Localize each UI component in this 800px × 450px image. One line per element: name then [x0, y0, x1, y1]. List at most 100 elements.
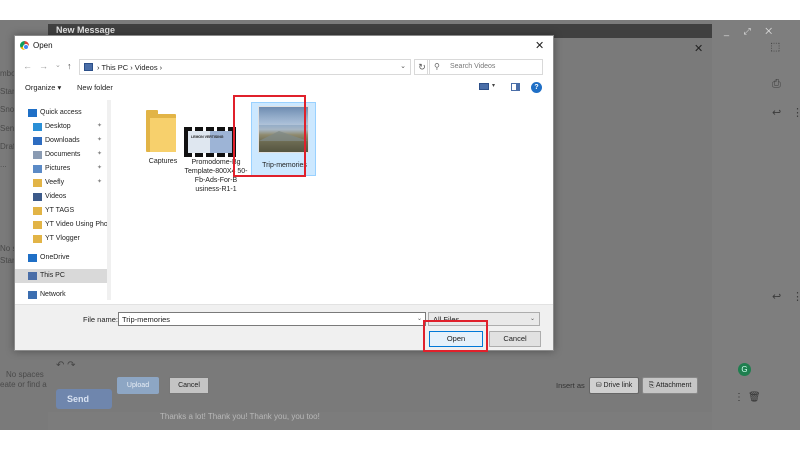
preview-pane-icon[interactable]	[511, 83, 520, 91]
sidebar-snippet: Star	[0, 87, 15, 96]
desktop-icon	[33, 123, 42, 131]
sidebar-item-yt-video-using-pho[interactable]: YT Video Using Pho	[15, 218, 107, 232]
thumbnail-text: LEMON VERTISING	[191, 135, 224, 139]
organize-menu[interactable]: Organize ▾	[25, 83, 61, 92]
insert-cancel-button[interactable]: Cancel	[169, 377, 209, 394]
star-icon	[28, 109, 37, 117]
sidebar-item-veefly[interactable]: Veefly ✦	[15, 176, 107, 190]
folder-icon	[146, 110, 176, 152]
help-icon[interactable]: ?	[531, 82, 542, 93]
undo-redo-icons[interactable]: ↶ ↷	[56, 360, 104, 376]
video-thumbnail-icon: LEMON VERTISING	[184, 127, 236, 157]
file-name-input[interactable]: Trip-memories ⌄	[118, 312, 426, 326]
sidebar-item-pictures[interactable]: Pictures ✦	[15, 162, 107, 176]
dialog-titlebar: Open ✕	[15, 36, 553, 56]
sidebar-item-label: Veefly	[45, 179, 65, 186]
sidebar-item-label: Videos	[45, 193, 67, 200]
view-dropdown-icon[interactable]: ▾	[492, 82, 495, 89]
sidebar-item-label: Desktop	[45, 123, 71, 130]
breadcrumb[interactable]: › This PC › Videos ›	[97, 63, 162, 72]
folder-icon	[33, 179, 42, 187]
search-input[interactable]: ⚲ Search Videos	[427, 59, 543, 75]
sidebar-item-label: Downloads	[45, 137, 80, 144]
back-arrow-icon[interactable]: ←	[23, 61, 32, 71]
sidebar-item-this-pc[interactable]: This PC	[15, 269, 107, 283]
navigation-pane: Quick access Desktop ✦ Downloads ✦ Documents ✦…	[15, 100, 107, 300]
smart-replies: Thanks a lot! Thank you! Thank you, you …	[160, 412, 320, 421]
sidebar-item-documents[interactable]: Documents ✦	[15, 148, 107, 162]
sidebar-item-downloads[interactable]: Downloads ✦	[15, 134, 107, 148]
documents-icon	[33, 151, 42, 159]
sidebar-item-label: OneDrive	[40, 254, 70, 261]
send-button[interactable]: Send	[56, 389, 112, 409]
compose-title: New Message	[56, 25, 116, 35]
download-icon	[33, 137, 42, 145]
chevron-down-icon[interactable]: ⌄	[400, 62, 406, 70]
pin-icon[interactable]: ✦	[97, 122, 102, 129]
file-name-value: Trip-memories	[122, 315, 171, 324]
drive-link-button[interactable]: ⛁ Drive link	[589, 377, 639, 394]
close-icon[interactable]: ✕	[535, 39, 544, 52]
folder-icon	[33, 235, 42, 243]
sidebar-item-label: YT Vlogger	[45, 235, 80, 242]
archive-icon: ⬚	[770, 41, 781, 53]
up-arrow-icon[interactable]: ↑	[67, 61, 72, 71]
sidebar-item-label: Pictures	[45, 165, 71, 172]
attachment-button[interactable]: ⎘ Attachment	[642, 377, 698, 394]
forward-arrow-icon[interactable]: →	[39, 61, 48, 71]
file-list: Captures LEMON VERTISING Promodome-Bg Te…	[112, 100, 552, 300]
pictures-icon	[33, 165, 42, 173]
sidebar-item-label: YT TAGS	[45, 207, 75, 214]
folder-icon	[33, 207, 42, 215]
reply-icon: ↩	[772, 291, 782, 303]
grammarly-icon[interactable]: G	[738, 363, 751, 376]
address-bar[interactable]: › This PC › Videos › ⌄	[79, 59, 411, 75]
upload-button[interactable]: Upload	[117, 377, 159, 394]
sidebar-snippet: Star	[0, 256, 15, 265]
cancel-button[interactable]: Cancel	[489, 331, 541, 347]
sidebar-item-videos[interactable]: Videos	[15, 190, 107, 204]
pin-icon[interactable]: ✦	[97, 164, 102, 171]
cloud-icon	[28, 254, 37, 262]
pin-icon[interactable]: ✦	[97, 136, 102, 143]
dialog-title: Open	[33, 41, 53, 50]
sidebar-item-onedrive[interactable]: OneDrive	[15, 251, 107, 265]
sidebar-item-label: Documents	[45, 151, 81, 158]
no-spaces-text: No spaces	[6, 370, 44, 379]
paperclip-icon: ⎘	[648, 382, 656, 389]
history-chevron-icon[interactable]: ⌄	[55, 61, 61, 69]
view-options-icon[interactable]	[479, 83, 489, 90]
attachment-label: Attachment	[655, 382, 692, 389]
trash-icon[interactable]: 🗑	[748, 392, 761, 403]
chevron-down-icon[interactable]: ⌄	[417, 315, 422, 322]
compose-window-controls[interactable]: _ ⤢ ✕	[724, 26, 778, 37]
sidebar-item-yt-tags[interactable]: YT TAGS	[15, 204, 107, 218]
sidebar-item-network[interactable]: Network	[15, 288, 107, 302]
sidebar-item-label: Network	[40, 291, 66, 298]
pin-icon[interactable]: ✦	[97, 150, 102, 157]
chrome-icon	[20, 41, 29, 50]
search-placeholder: Search Videos	[450, 63, 496, 70]
options-icon[interactable]: ⋮	[734, 392, 744, 403]
highlight-box	[233, 95, 306, 177]
navigation-scrollbar[interactable]	[107, 100, 111, 300]
open-file-dialog: Open ✕ ← → ⌄ ↑ › This PC › Videos › ⌄ ↻ …	[14, 35, 554, 351]
search-icon: ⚲	[434, 62, 440, 71]
new-folder-button[interactable]: New folder	[77, 83, 113, 92]
print-icon: ⎙	[772, 78, 781, 90]
navigation-bar: ← → ⌄ ↑ › This PC › Videos › ⌄ ↻ ⚲ Searc…	[15, 58, 553, 78]
videos-icon	[33, 193, 42, 201]
pc-icon	[28, 272, 37, 280]
pin-icon[interactable]: ✦	[97, 178, 102, 185]
sidebar-item-desktop[interactable]: Desktop ✦	[15, 120, 107, 134]
file-name-label: File name:	[83, 315, 119, 324]
highlight-box	[423, 320, 488, 352]
pc-icon	[84, 63, 93, 71]
insert-as-label: Insert as	[556, 381, 585, 390]
sidebar-item-quick-access[interactable]: Quick access	[15, 106, 107, 120]
chevron-down-icon: ⌄	[529, 316, 535, 322]
sidebar-item-label: YT Video Using Pho	[45, 221, 107, 228]
drive-icon: ⛁	[595, 382, 604, 389]
insert-dialog-close-icon[interactable]: ✕	[694, 42, 703, 55]
sidebar-item-yt-vlogger[interactable]: YT Vlogger	[15, 232, 107, 246]
